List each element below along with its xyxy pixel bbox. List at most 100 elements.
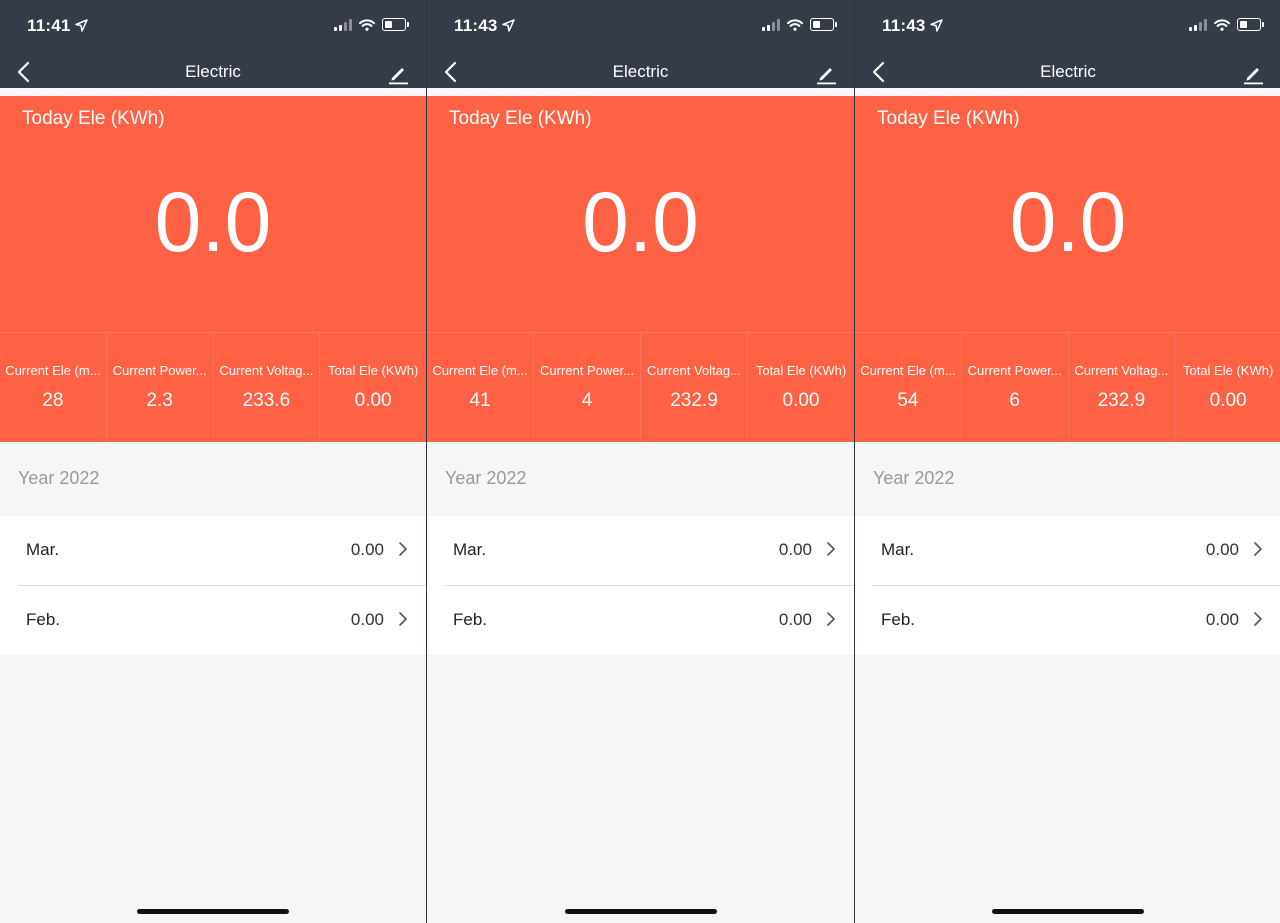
location-arrow-icon [74, 19, 88, 32]
today-energy-value: 0.0 [154, 175, 272, 269]
stat-current-ele: Current Ele (m... 28 [0, 333, 107, 443]
location-arrow-icon [929, 19, 943, 32]
stat-value: 0.00 [1209, 390, 1247, 411]
month-value: 0.00 [350, 540, 384, 559]
stat-label: Current Ele (m... [860, 363, 956, 378]
stat-current-ele: Current Ele (m... 41 [427, 333, 534, 443]
stat-current-ele: Current Ele (m... 54 [855, 333, 962, 443]
year-header: Year 2022 [445, 468, 527, 488]
today-energy-card: Today Ele (KWh) 0.0 Current Ele (m... 41 … [427, 96, 854, 443]
stat-current-voltage: Current Voltag... 232.9 [641, 333, 748, 443]
month-row-mar[interactable]: Mar. 0.00 [0, 516, 426, 585]
chevron-right-icon [399, 612, 407, 626]
stat-total-ele: Total Ele (KWh) 0.00 [748, 333, 854, 443]
stat-value: 2.3 [146, 390, 173, 411]
status-time: 11:41 [27, 16, 88, 36]
nav-title: Electric [185, 62, 241, 81]
header-divider [0, 88, 426, 96]
stat-value: 28 [42, 390, 64, 411]
month-row-feb[interactable]: Feb. 0.00 [445, 585, 854, 655]
home-indicator[interactable] [992, 909, 1144, 914]
stat-label: Current Voltag... [647, 363, 741, 378]
header-bar: 11:43 Electric [855, 0, 1280, 96]
month-list: Mar. 0.00 Feb. 0.00 [855, 516, 1280, 655]
chevron-right-icon [827, 542, 835, 556]
stat-current-power: Current Power... 6 [962, 333, 1069, 443]
month-list: Mar. 0.00 Feb. 0.00 [427, 516, 854, 655]
status-time: 11:43 [454, 16, 515, 36]
chevron-right-icon [1254, 612, 1262, 626]
stat-label: Total Ele (KWh) [755, 363, 847, 378]
stat-value: 6 [1009, 390, 1020, 411]
screen-panel-1: 11:41 Electric Today Ele (KWh) 0.0 Curre… [0, 0, 426, 923]
today-energy-value: 0.0 [582, 175, 699, 269]
stat-total-ele: Total Ele (KWh) 0.00 [320, 333, 426, 443]
pencil-edit-icon[interactable] [814, 62, 838, 86]
year-header: Year 2022 [18, 468, 100, 488]
month-value: 0.00 [778, 610, 812, 629]
battery-icon [1237, 18, 1264, 31]
screen-panel-2: 11:43 Electric Today Ele (KWh) 0.0 Curre… [426, 0, 854, 923]
stat-current-voltage: Current Voltag... 233.6 [214, 333, 321, 443]
nav-title: Electric [1040, 62, 1096, 81]
stat-value: 233.6 [242, 390, 291, 411]
header-bar: 11:41 Electric [0, 0, 426, 96]
stat-label: Total Ele (KWh) [1182, 363, 1274, 378]
stat-label: Current Voltag... [219, 363, 314, 378]
wifi-icon [359, 18, 375, 31]
stat-label: Total Ele (KWh) [327, 363, 419, 378]
battery-icon [810, 18, 837, 31]
chevron-right-icon [1254, 542, 1262, 556]
status-time: 11:43 [882, 16, 943, 36]
stat-current-power: Current Power... 2.3 [107, 333, 214, 443]
card-title: Today Ele (KWh) [877, 108, 1020, 129]
wifi-icon [1214, 18, 1230, 31]
stat-value: 0.00 [354, 390, 392, 411]
home-indicator[interactable] [137, 909, 289, 914]
month-label: Feb. [26, 610, 61, 629]
screen-panel-3: 11:43 Electric Today Ele (KWh) 0.0 Curre… [854, 0, 1280, 923]
header-bar: 11:43 Electric [427, 0, 854, 96]
card-title: Today Ele (KWh) [22, 108, 165, 129]
status-time-text: 11:41 [27, 16, 71, 35]
stat-value: 41 [469, 390, 491, 411]
stat-label: Current Ele (m... [432, 363, 528, 378]
stat-value: 0.00 [782, 390, 820, 411]
stat-value: 54 [897, 390, 919, 411]
stats-row: Current Ele (m... 54 Current Power... 6 Cu… [855, 332, 1280, 443]
today-energy-card: Today Ele (KWh) 0.0 Current Ele (m... 54 … [855, 96, 1280, 443]
status-time-text: 11:43 [454, 16, 498, 35]
month-row-feb[interactable]: Feb. 0.00 [873, 585, 1280, 655]
stats-row: Current Ele (m... 28 Current Power... 2.3 … [0, 332, 426, 443]
stat-value: 232.9 [670, 390, 718, 411]
cellular-signal-icon [1189, 18, 1207, 31]
pencil-edit-icon[interactable] [386, 62, 410, 86]
pencil-edit-icon[interactable] [1241, 62, 1265, 86]
month-row-feb[interactable]: Feb. 0.00 [18, 585, 426, 655]
month-label: Mar. [453, 540, 487, 559]
year-header: Year 2022 [873, 468, 955, 488]
month-label: Mar. [881, 540, 915, 559]
today-energy-value: 0.0 [1009, 175, 1127, 269]
month-row-mar[interactable]: Mar. 0.00 [855, 516, 1280, 585]
today-energy-card: Today Ele (KWh) 0.0 Current Ele (m... 28 … [0, 96, 426, 443]
month-list: Mar. 0.00 Feb. 0.00 [0, 516, 426, 655]
cellular-signal-icon [334, 18, 352, 31]
month-label: Feb. [881, 610, 916, 629]
stat-total-ele: Total Ele (KWh) 0.00 [1175, 333, 1280, 443]
card-title: Today Ele (KWh) [449, 108, 592, 129]
stat-current-power: Current Power... 4 [534, 333, 641, 443]
home-indicator[interactable] [564, 909, 717, 914]
stat-value: 232.9 [1097, 390, 1146, 411]
month-label: Mar. [26, 540, 60, 559]
chevron-right-icon [827, 612, 835, 626]
month-row-mar[interactable]: Mar. 0.00 [427, 516, 854, 585]
battery-icon [382, 18, 409, 31]
stats-row: Current Ele (m... 41 Current Power... 4 Cu… [427, 332, 854, 443]
stat-current-voltage: Current Voltag... 232.9 [1069, 333, 1176, 443]
stat-label: Current Power... [540, 363, 634, 378]
month-value: 0.00 [778, 540, 812, 559]
stat-label: Current Power... [967, 363, 1062, 378]
cellular-signal-icon [762, 18, 780, 31]
month-value: 0.00 [1205, 610, 1239, 629]
